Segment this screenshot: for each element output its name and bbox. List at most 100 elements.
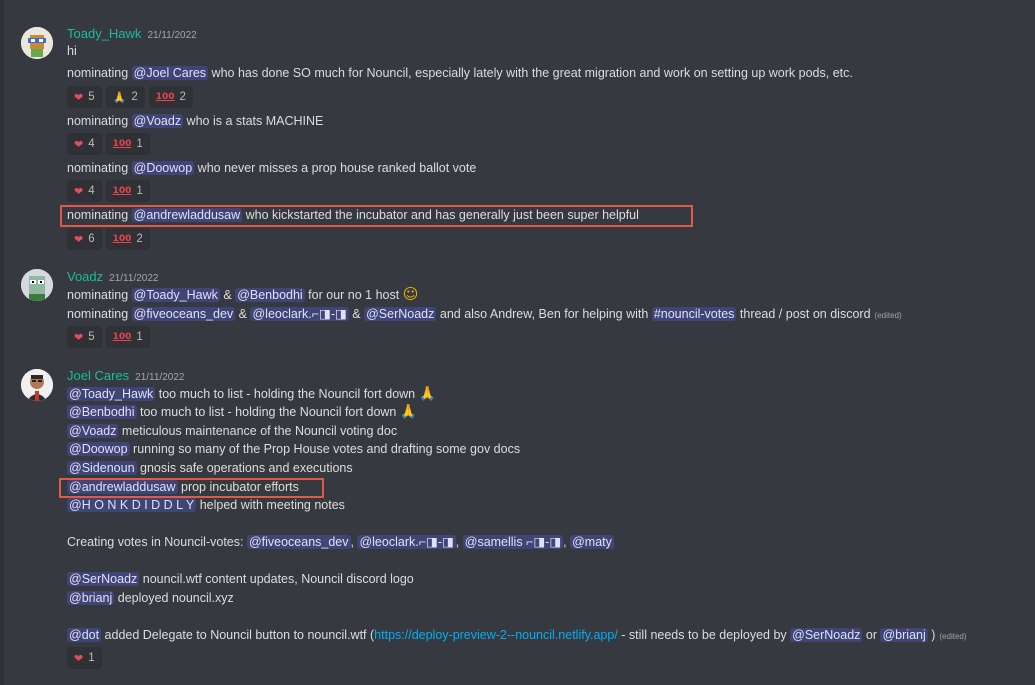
hundred-emoji-icon: 100: [155, 91, 175, 102]
text: nouncil.wtf content updates, Nouncil dis…: [139, 572, 414, 586]
text: who kickstarted the incubator and has ge…: [242, 208, 639, 222]
heart-emoji-icon: ❤: [74, 184, 84, 198]
text: deployed nouncil.xyz: [114, 591, 234, 605]
message-line: @H O N K D I D D L Y helped with meeting…: [67, 496, 345, 514]
avatar[interactable]: [21, 269, 53, 301]
text: running so many of the Prop House votes …: [129, 442, 521, 456]
user-mention[interactable]: @SerNoadz: [67, 572, 140, 586]
reaction-count: 1: [136, 185, 143, 197]
user-mention[interactable]: @brianj: [880, 628, 928, 642]
heart-emoji-icon: ❤: [74, 137, 84, 151]
user-mention[interactable]: @fiveoceans_dev: [246, 535, 351, 549]
reaction-hundred[interactable]: 100 1: [105, 180, 150, 202]
reaction-count: 5: [88, 331, 95, 343]
text: &: [235, 307, 251, 321]
heart-emoji-icon: ❤: [74, 90, 84, 104]
reaction-heart[interactable]: ❤ 5: [67, 86, 102, 108]
user-mention[interactable]: @Benbodhi: [67, 405, 137, 419]
hundred-emoji-icon: 100: [112, 331, 132, 342]
user-mention[interactable]: @dot: [67, 628, 102, 642]
avatar-person-icon: [21, 369, 53, 401]
text: - still needs to be deployed by: [617, 628, 791, 642]
text: for our no 1 host: [304, 288, 400, 302]
user-mention[interactable]: @Benbodhi: [235, 288, 305, 302]
timestamp: 21/11/2022: [135, 372, 185, 383]
reaction-pray[interactable]: 🙏 2: [105, 86, 145, 108]
reaction-heart[interactable]: ❤ 1: [67, 647, 102, 669]
user-mention[interactable]: @Sidenoun: [67, 461, 137, 475]
reaction-count: 4: [88, 185, 95, 197]
text: gnosis safe operations and executions: [136, 461, 353, 475]
user-mention[interactable]: @Toady_Hawk: [131, 288, 220, 302]
user-mention[interactable]: @Doowop: [131, 161, 195, 175]
user-mention[interactable]: @leoclark.⌐◨-◨: [357, 535, 456, 549]
reaction-bar: ❤ 6 100 2: [67, 228, 150, 250]
user-mention[interactable]: @samellis ⌐◨-◨: [462, 535, 564, 549]
message-line: @andrewladdusaw prop incubator efforts: [67, 478, 299, 496]
username[interactable]: Toady_Hawk: [67, 26, 141, 41]
saluting-face-emoji-icon: ☺: [402, 285, 419, 303]
text: or: [862, 628, 881, 642]
message-line: @Voadz meticulous maintenance of the Nou…: [67, 422, 397, 440]
reaction-heart[interactable]: ❤ 6: [67, 228, 102, 250]
reaction-count: 1: [136, 331, 143, 343]
message-line: @Sidenoun gnosis safe operations and exe…: [67, 459, 353, 477]
user-mention[interactable]: @Voadz: [131, 114, 184, 128]
message-line: nominating @Voadz who is a stats MACHINE: [67, 112, 323, 130]
reaction-heart[interactable]: ❤ 4: [67, 180, 102, 202]
reaction-heart[interactable]: ❤ 5: [67, 326, 102, 348]
reaction-hundred[interactable]: 100 1: [105, 133, 150, 155]
message-line: hi: [67, 44, 77, 58]
text: &: [348, 307, 365, 321]
timestamp: 21/11/2022: [147, 30, 197, 41]
username[interactable]: Joel Cares: [67, 368, 129, 383]
text: &: [219, 288, 236, 302]
avatar[interactable]: [21, 369, 53, 401]
reaction-heart[interactable]: ❤ 4: [67, 133, 102, 155]
text: too much to list - holding the Nouncil f…: [155, 387, 416, 401]
heart-emoji-icon: ❤: [74, 232, 84, 246]
hundred-emoji-icon: 100: [112, 138, 132, 149]
text: ,: [455, 535, 463, 549]
reaction-hundred[interactable]: 100 2: [105, 228, 150, 250]
user-mention[interactable]: @SerNoadz: [790, 628, 863, 642]
external-link[interactable]: https://deploy-preview-2--nouncil.netlif…: [374, 628, 618, 642]
text: thread / post on discord: [736, 307, 871, 321]
reaction-count: 1: [136, 138, 143, 150]
user-mention[interactable]: @Joel Cares: [131, 66, 209, 80]
user-mention[interactable]: @maty: [570, 535, 614, 549]
text: ): [927, 628, 936, 642]
user-mention[interactable]: @fiveoceans_dev: [131, 307, 236, 321]
message-header: Voadz 21/11/2022: [67, 269, 158, 284]
hundred-emoji-icon: 100: [112, 233, 132, 244]
user-mention[interactable]: @H O N K D I D D L Y: [67, 498, 197, 512]
avatar[interactable]: [21, 27, 53, 59]
user-mention[interactable]: @Voadz: [67, 424, 119, 438]
message-line: @brianj deployed nouncil.xyz: [67, 589, 234, 607]
text: prop incubator efforts: [177, 480, 299, 494]
reaction-count: 5: [88, 91, 95, 103]
text: who is a stats MACHINE: [183, 114, 324, 128]
timestamp: 21/11/2022: [109, 273, 159, 284]
reaction-bar: ❤ 5 🙏 2 100 2: [67, 86, 193, 108]
message-line: nominating @Toady_Hawk & @Benbodhi for o…: [67, 286, 418, 304]
user-mention[interactable]: @andrewladdusaw: [131, 208, 243, 222]
channel-name: nouncil-votes: [660, 307, 735, 321]
user-mention[interactable]: @Toady_Hawk: [67, 387, 156, 401]
reaction-hundred[interactable]: 100 2: [148, 86, 193, 108]
reaction-hundred[interactable]: 100 1: [105, 326, 150, 348]
message-line: nominating @Joel Cares who has done SO m…: [67, 64, 853, 82]
edited-label: (edited): [874, 311, 902, 320]
user-mention[interactable]: @brianj: [67, 591, 115, 605]
user-mention[interactable]: @leoclark.⌐◨-◨: [250, 307, 349, 321]
user-mention[interactable]: @andrewladdusaw: [67, 480, 178, 494]
user-mention[interactable]: @Doowop: [67, 442, 130, 456]
username[interactable]: Voadz: [67, 269, 103, 284]
message-line: @dot added Delegate to Nouncil button to…: [67, 626, 967, 646]
avatar-noun-icon: [21, 269, 53, 301]
channel-mention[interactable]: #nouncil-votes: [651, 307, 737, 321]
message-header: Joel Cares 21/11/2022: [67, 368, 184, 383]
reaction-count: 4: [88, 138, 95, 150]
user-mention[interactable]: @SerNoadz: [364, 307, 437, 321]
message-line: nominating @Doowop who never misses a pr…: [67, 159, 476, 177]
